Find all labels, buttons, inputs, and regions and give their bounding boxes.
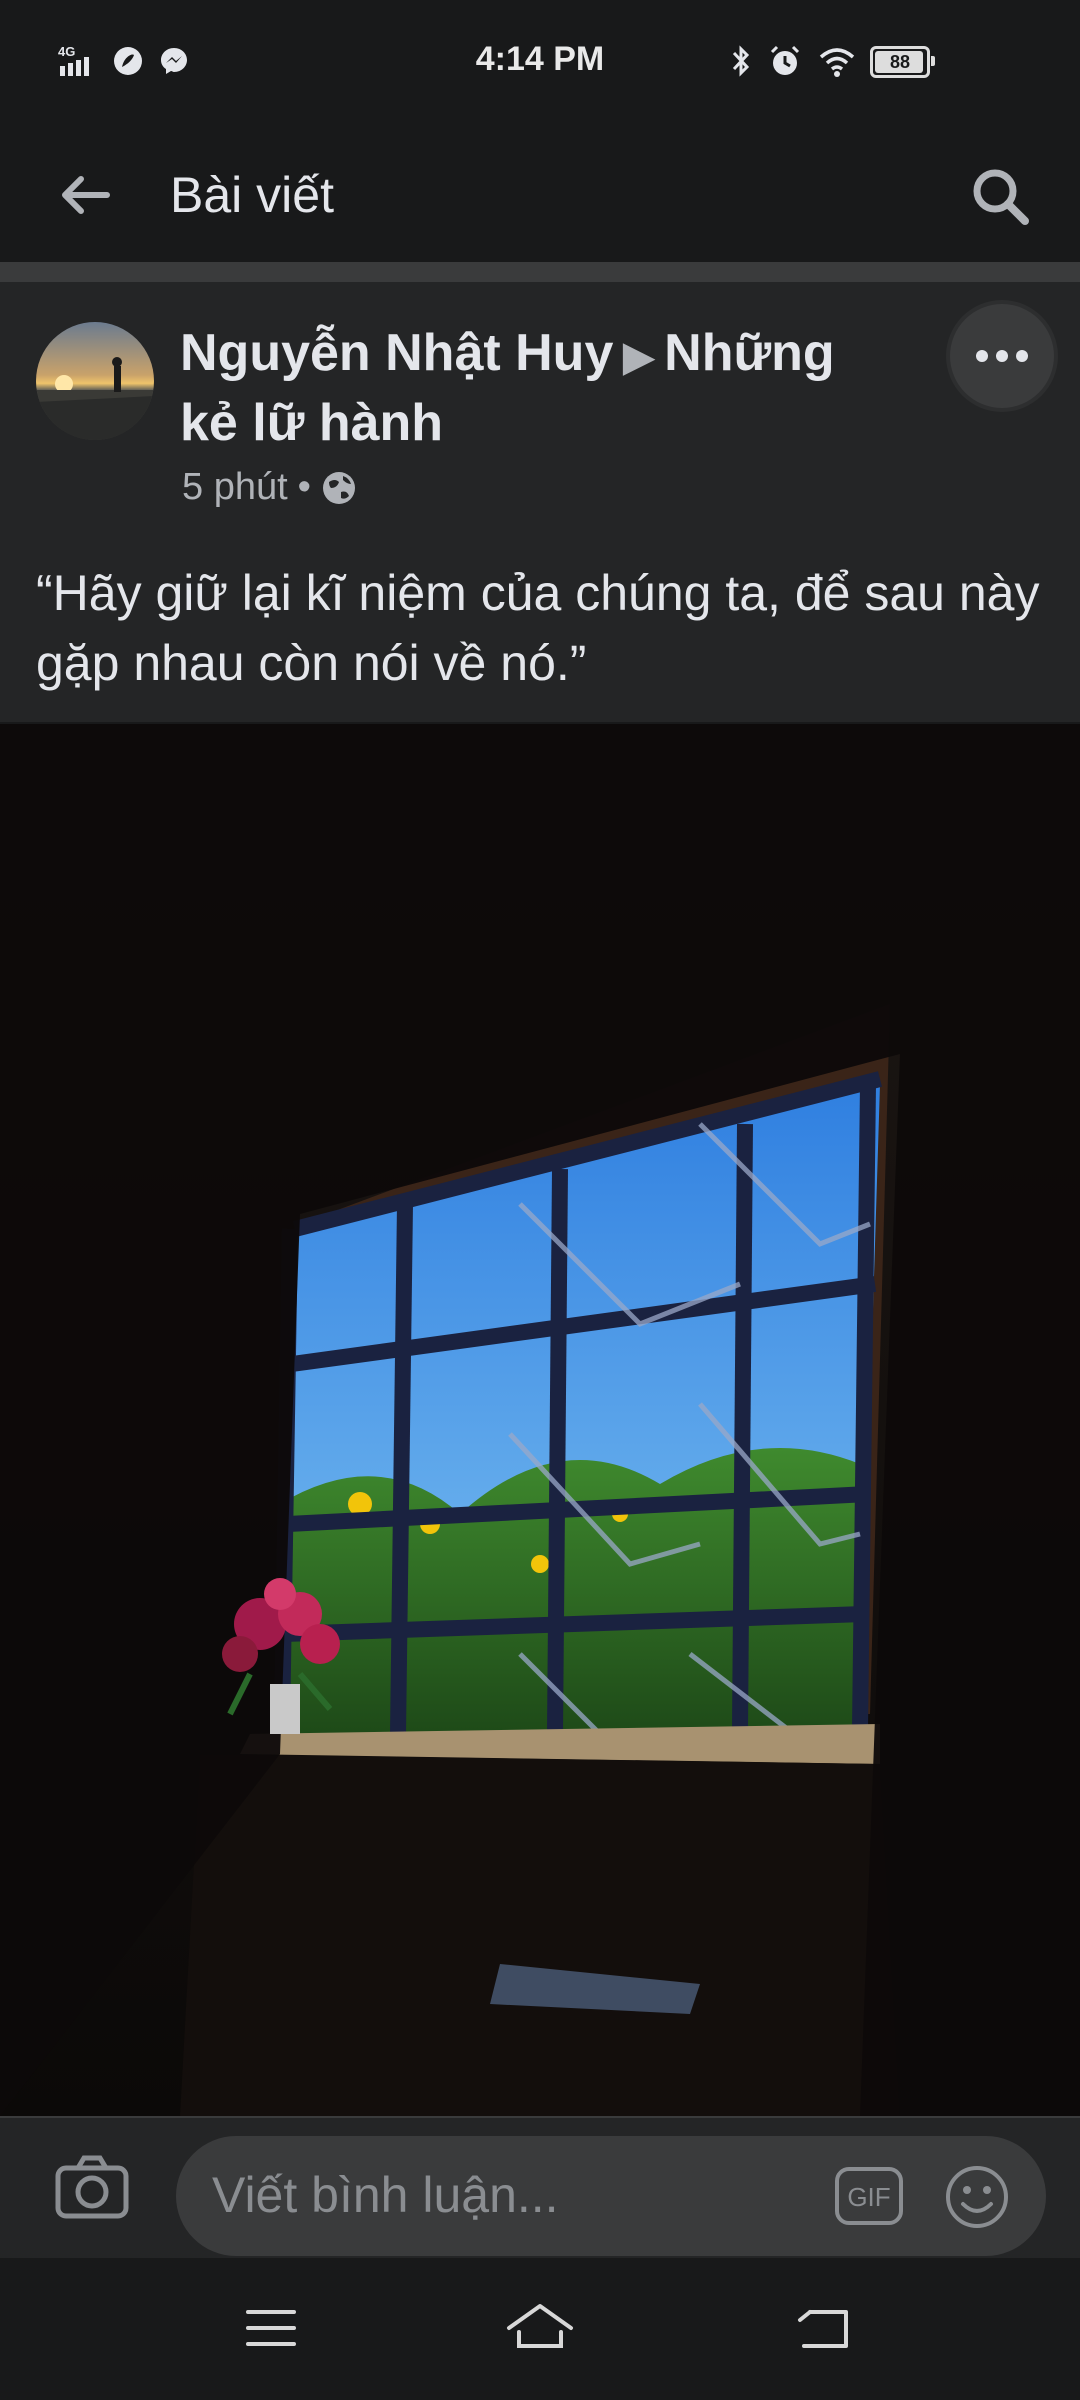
meta-separator: •	[297, 466, 311, 508]
emoji-button[interactable]	[944, 2164, 1010, 2230]
shared-to-arrow-icon: ▶	[623, 335, 655, 379]
battery-indicator: 88	[870, 46, 935, 78]
bluetooth-icon	[732, 45, 750, 77]
camera-button[interactable]	[52, 2152, 132, 2222]
system-nav-bar	[0, 2258, 1080, 2400]
more-dot	[1016, 350, 1028, 362]
camera-icon	[55, 2155, 129, 2219]
header-divider	[0, 262, 1080, 282]
battery-tip	[931, 56, 935, 66]
home-icon	[507, 2304, 573, 2348]
emoji-icon	[946, 2166, 1008, 2228]
menu-icon	[246, 2310, 296, 2346]
app-header: Bài viết	[0, 120, 1080, 260]
comment-input[interactable]: Viết bình luận... GIF	[176, 2136, 1046, 2256]
more-options-button[interactable]	[950, 304, 1054, 408]
more-dot	[996, 350, 1008, 362]
arrow-left-icon	[62, 176, 110, 214]
avatar-image	[36, 357, 154, 440]
avatar[interactable]	[36, 322, 154, 440]
more-dot	[976, 350, 988, 362]
comment-bar: Viết bình luận... GIF	[0, 2116, 1080, 2258]
post-time[interactable]: 5 phút	[182, 466, 288, 509]
search-button[interactable]	[960, 156, 1040, 236]
home-button[interactable]	[505, 2298, 575, 2358]
alarm-icon	[770, 45, 800, 75]
globe-icon	[322, 471, 355, 504]
search-icon	[973, 169, 1029, 225]
battery-level: 88	[889, 51, 911, 72]
comment-placeholder: Viết bình luận...	[212, 2167, 559, 2223]
gif-icon: GIF	[835, 2167, 903, 2225]
recent-apps-button[interactable]	[236, 2298, 306, 2358]
author-name[interactable]: Nguyễn Nhật Huy	[180, 324, 613, 382]
status-bar: 4G 4:14 PM 88	[0, 0, 1080, 120]
back-nav-button[interactable]	[790, 2298, 860, 2358]
post-text: “Hãy giữ lại kĩ niệm của chúng ta, để sa…	[36, 565, 1040, 691]
gif-label: GIF	[847, 2182, 890, 2212]
post-photo[interactable]	[0, 724, 1080, 2116]
back-nav-icon	[798, 2310, 848, 2348]
gif-button[interactable]: GIF	[834, 2166, 904, 2226]
back-button[interactable]	[50, 160, 120, 230]
post-meta: 5 phút •	[182, 466, 357, 509]
page-title: Bài viết	[170, 167, 334, 223]
wifi-icon	[819, 48, 855, 77]
post-author-line: Nguyễn Nhật Huy ▶ Những kẻ lữ hành	[180, 320, 900, 456]
window-photo	[0, 724, 1080, 2116]
